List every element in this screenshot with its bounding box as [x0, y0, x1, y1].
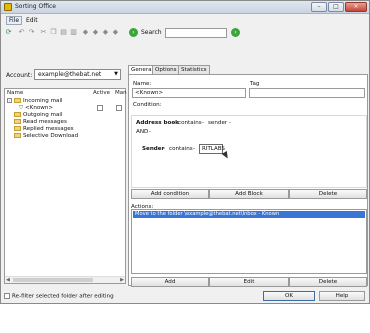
tree-item[interactable]: Replied messages: [14, 126, 74, 132]
undo-icon[interactable]: ↶: [17, 28, 26, 37]
folder-icon: [14, 126, 21, 131]
cond2-operator[interactable]: contains: [169, 146, 193, 152]
condition-editor: Address book - contains - sender - AND -…: [131, 115, 367, 188]
tree-item-known[interactable]: ⛉ <Known>: [19, 105, 122, 112]
column-active[interactable]: Active: [93, 90, 110, 96]
filter-icon: ⛉: [19, 105, 24, 111]
column-man[interactable]: Man: [115, 90, 127, 96]
menu-bar: File Edit: [1, 15, 369, 26]
delete-icon[interactable]: ▥: [69, 28, 78, 37]
tree-item-label: Replied messages: [23, 126, 74, 132]
and-dash: -: [149, 129, 152, 135]
chevron-down-icon: ▼: [114, 71, 118, 77]
refilter-option[interactable]: Re-filter selected folder after editing: [4, 293, 114, 300]
folder-icon: [14, 119, 21, 124]
actions-list[interactable]: Move to the folder \example@thebat.net\I…: [131, 209, 367, 274]
add-action-button[interactable]: Add: [131, 277, 209, 287]
help-button[interactable]: Help: [319, 291, 365, 301]
move-right-icon[interactable]: ◆: [111, 28, 120, 37]
cond1-dash-1: -: [172, 120, 175, 126]
tree-item-label: Incoming mail: [23, 98, 63, 104]
cond2-dash-1: -: [163, 146, 166, 152]
tree-item[interactable]: - Incoming mail: [7, 98, 63, 104]
toolbar: ⟳ ↶ ↷ ✂ ❐ ▤ ▥ ◆ ◆ ◆ ◆: [1, 27, 127, 39]
collapse-icon[interactable]: -: [7, 98, 12, 103]
condition-label: Condition:: [133, 102, 162, 108]
name-field[interactable]: <Known>: [132, 88, 246, 98]
refilter-checkbox[interactable]: [4, 293, 10, 299]
search-input[interactable]: [165, 28, 227, 38]
account-select[interactable]: example@thebat.net ▼: [34, 69, 121, 80]
app-icon: [4, 3, 12, 11]
tag-field[interactable]: [249, 88, 365, 98]
close-button[interactable]: ×: [345, 2, 367, 12]
tree-item-label: Read messages: [23, 119, 67, 125]
minimize-button[interactable]: –: [311, 2, 327, 12]
tree-item-label: Selective Download: [23, 133, 79, 139]
redo-icon[interactable]: ↷: [27, 28, 36, 37]
horizontal-scrollbar[interactable]: ◀ ▶: [5, 276, 125, 283]
window-title: Sorting Office: [15, 3, 56, 10]
folder-icon: [14, 112, 21, 117]
cond2-value-input[interactable]: RITLABS: [199, 144, 225, 154]
column-name[interactable]: Name: [7, 90, 23, 96]
sorting-office-window: Sorting Office – □ × File Edit ⟳ ↶ ↷ ✂ ❐…: [0, 0, 370, 304]
cond1-operator[interactable]: contains: [178, 120, 202, 126]
account-label: Account:: [6, 72, 33, 79]
title-bar: Sorting Office – □ ×: [1, 1, 369, 14]
menu-edit[interactable]: Edit: [26, 17, 38, 24]
cond1-value[interactable]: sender: [208, 120, 227, 126]
tree-item[interactable]: Read messages: [14, 119, 67, 125]
move-left-icon[interactable]: ◆: [101, 28, 110, 37]
active-checkbox[interactable]: [97, 105, 103, 111]
add-block-button[interactable]: Add Block: [209, 189, 289, 199]
move-up-icon[interactable]: ◆: [81, 28, 90, 37]
tree-item[interactable]: Outgoing mail: [14, 112, 63, 118]
name-label: Name:: [133, 81, 152, 87]
edit-action-button[interactable]: Edit: [209, 277, 289, 287]
folder-icon: [14, 98, 21, 103]
cond1-dash-2: -: [202, 120, 205, 126]
account-value: example@thebat.net: [38, 71, 102, 78]
action-item[interactable]: Move to the folder \example@thebat.net\I…: [133, 211, 365, 218]
menu-file[interactable]: File: [6, 16, 23, 25]
delete-action-button[interactable]: Delete: [289, 277, 367, 287]
scroll-thumb[interactable]: [13, 278, 93, 282]
folder-tree-pane: Name Active Man - Incoming mail ⛉ <Known>…: [4, 88, 127, 284]
tree-item[interactable]: Selective Download: [14, 133, 78, 139]
search-label: Search: [141, 29, 162, 36]
cond2-dash-2: -: [193, 146, 196, 152]
mouse-cursor-icon: [221, 150, 231, 161]
refresh-icon[interactable]: ⟳: [4, 28, 13, 37]
copy-icon[interactable]: ❐: [49, 28, 58, 37]
folder-icon: [14, 133, 21, 138]
tree-item-label: Outgoing mail: [23, 112, 63, 118]
tab-statistics[interactable]: Statistics: [178, 65, 210, 74]
move-down-icon[interactable]: ◆: [91, 28, 100, 37]
tag-label: Tag: [250, 81, 260, 87]
scroll-left-icon[interactable]: ◀: [6, 277, 10, 283]
tab-options[interactable]: Options: [152, 65, 180, 74]
manual-checkbox[interactable]: [116, 105, 122, 111]
search-submit-icon[interactable]: ›: [231, 28, 240, 37]
add-condition-button[interactable]: Add condition: [131, 189, 209, 199]
paste-icon[interactable]: ▤: [59, 28, 68, 37]
delete-condition-button[interactable]: Delete: [289, 189, 367, 199]
search-bar: › Search ›: [129, 27, 240, 39]
cond1-dash-3: -: [229, 120, 232, 126]
and-operator[interactable]: AND: [136, 129, 148, 135]
general-panel: Name: <Known> Tag Condition: Address boo…: [128, 74, 368, 287]
maximize-button[interactable]: □: [328, 2, 344, 12]
scroll-right-icon[interactable]: ▶: [120, 277, 124, 283]
tree-item-label: <Known>: [24, 105, 54, 111]
cond2-field[interactable]: Sender: [142, 146, 164, 152]
ok-button[interactable]: OK: [263, 291, 315, 301]
search-go-icon[interactable]: ›: [129, 28, 138, 37]
refilter-label: Re-filter selected folder after editing: [12, 293, 114, 300]
cut-icon[interactable]: ✂: [39, 28, 48, 37]
